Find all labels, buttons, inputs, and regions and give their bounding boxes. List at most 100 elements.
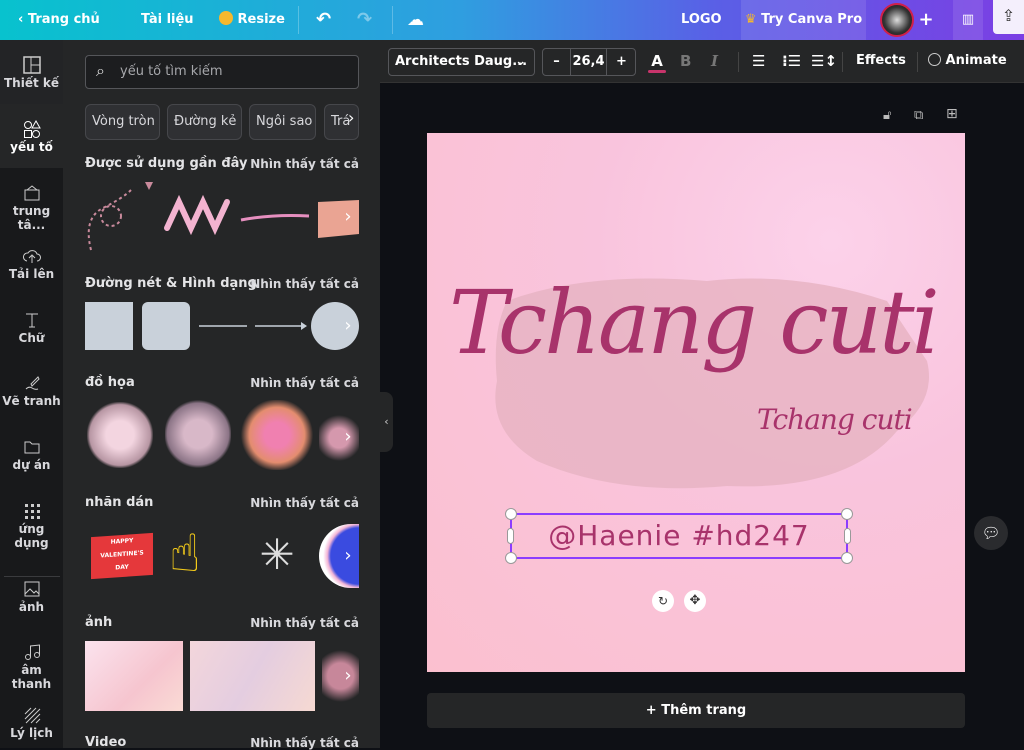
rail-elements[interactable]: yếu tố — [0, 120, 63, 154]
decrease-size-button[interactable]: – — [543, 49, 570, 75]
move-icon[interactable]: ✥ — [684, 590, 706, 612]
elements-panel: ⌕ yếu tố tìm kiếm Vòng tròn Đường kẻ Ngô… — [63, 40, 380, 750]
document-title[interactable]: LOGO — [681, 0, 722, 40]
rotate-icon[interactable]: ↻ — [652, 590, 674, 612]
section-lines-shapes: Đường nét & Hình dạng — [85, 276, 257, 291]
insights-icon[interactable]: ▥ — [953, 0, 983, 40]
see-all-link[interactable]: Nhìn thấy tất cả — [250, 277, 359, 291]
cloud-saved-icon[interactable]: ☁ — [407, 0, 424, 40]
rail-photos[interactable]: ảnh — [0, 580, 63, 614]
line-spacing-icon[interactable]: ☰↕ — [811, 48, 837, 76]
effects-button[interactable]: Effects — [856, 48, 906, 76]
chevron-right-icon[interactable]: › — [338, 417, 358, 457]
pointing-hand-sticker[interactable]: ☝ — [169, 524, 201, 584]
brand-icon — [24, 185, 39, 201]
shapes-icon — [23, 120, 41, 138]
handle-text[interactable]: @Haenie #hd247 — [512, 515, 846, 557]
rail-text[interactable]: Chữ — [0, 311, 63, 345]
image-icon — [24, 581, 39, 597]
photo-thumbnail[interactable] — [190, 641, 315, 711]
graphic-cloud[interactable] — [241, 400, 313, 470]
list-icon[interactable]: ⁝☰ — [782, 48, 801, 76]
chevron-right-icon[interactable]: › — [338, 197, 358, 237]
crown-icon — [219, 11, 233, 25]
undo-icon[interactable]: ↶ — [316, 0, 331, 40]
pen-icon — [25, 376, 40, 390]
increase-size-button[interactable]: + — [607, 49, 636, 75]
graphic-cloud[interactable] — [165, 400, 231, 468]
section-stickers: nhãn dán — [85, 495, 154, 510]
upload-cloud-icon — [22, 250, 41, 263]
add-member-button[interactable]: + — [912, 0, 940, 40]
resize-handle[interactable] — [505, 552, 517, 564]
resize-button[interactable]: Resize — [219, 0, 285, 40]
rail-design[interactable]: Thiết kế — [0, 56, 63, 90]
background-pattern-icon — [24, 707, 40, 724]
chip-circle[interactable]: Vòng tròn — [85, 104, 160, 140]
layout-icon — [22, 56, 41, 74]
align-center-icon[interactable]: ☰ — [752, 48, 765, 76]
file-menu[interactable]: Tài liệu — [141, 0, 194, 40]
text-toolbar: Architects Daug... ⌄ – 26,4 + A B I ☰ ⁝☰ … — [380, 40, 1024, 83]
subtitle-text[interactable]: Tchang cuti — [757, 403, 913, 436]
chevron-right-icon[interactable]: › — [338, 306, 358, 346]
valentine-sticker[interactable]: HAPPY VALENTINE'S DAY — [91, 532, 153, 580]
chevron-down-icon: ⌄ — [515, 54, 526, 69]
chip-line[interactable]: Đường kẻ — [167, 104, 242, 140]
rail-uploads[interactable]: Tải lên — [0, 247, 63, 281]
section-graphics: đồ họa — [85, 375, 135, 390]
folder-icon — [24, 441, 39, 454]
rail-draw[interactable]: Vẽ tranh — [0, 374, 63, 408]
add-comment-icon[interactable]: 💬︎ — [974, 516, 1008, 550]
photo-thumbnail[interactable] — [85, 641, 183, 711]
chevron-right-icon[interactable]: › — [338, 536, 358, 576]
rail-background[interactable]: Lý lịch — [0, 706, 63, 740]
search-input[interactable]: ⌕ yếu tố tìm kiếm — [85, 55, 359, 89]
title-text[interactable]: Tchang cuti — [449, 263, 949, 383]
design-canvas[interactable]: Tchang cuti Tchang cuti @Haenie #hd247 ↻… — [427, 133, 965, 672]
music-icon — [24, 644, 40, 660]
chevron-right-icon[interactable]: › — [338, 656, 358, 696]
rail-projects[interactable]: dự án — [0, 438, 63, 472]
font-size-input[interactable]: 26,4 — [570, 49, 607, 75]
see-all-link[interactable]: Nhìn thấy tất cả — [250, 376, 359, 390]
collapse-panel-button[interactable]: ‹ — [380, 392, 393, 452]
chip-star[interactable]: Ngôi sao — [249, 104, 316, 140]
rail-brand[interactable]: trung tâ... — [0, 184, 63, 232]
see-all-link[interactable]: Nhìn thấy tất cả — [250, 496, 359, 510]
home-button[interactable]: ‹ Trang chủ — [18, 0, 100, 40]
selected-text-box[interactable]: @Haenie #hd247 — [505, 508, 853, 564]
try-pro-button[interactable]: ♛ Try Canva Pro — [741, 0, 866, 40]
add-page-icon[interactable]: ⊞ — [946, 106, 958, 122]
resize-handle[interactable] — [841, 552, 853, 564]
text-color-button[interactable]: A — [647, 48, 667, 76]
text-icon — [25, 313, 38, 328]
search-icon: ⌕ — [96, 61, 105, 80]
see-all-link[interactable]: Nhìn thấy tất cả — [250, 157, 359, 171]
animate-button[interactable]: Animate — [928, 48, 1007, 76]
sparkle-sticker[interactable]: ✳ — [241, 530, 313, 580]
side-handle[interactable] — [507, 528, 514, 544]
share-icon[interactable]: ⇪ — [993, 0, 1024, 34]
crown-icon: ♛ — [744, 12, 757, 27]
color-swatch — [648, 70, 666, 73]
duplicate-page-icon[interactable]: ⧉ — [914, 108, 923, 123]
redo-icon[interactable]: ↷ — [357, 0, 372, 40]
graphic-cloud[interactable] — [87, 402, 153, 468]
avatar[interactable] — [880, 3, 914, 37]
chevron-right-icon[interactable]: › — [348, 108, 354, 127]
add-page-button[interactable]: + Thêm trang — [427, 693, 965, 728]
see-all-link[interactable]: Nhìn thấy tất cả — [250, 616, 359, 630]
rail-audio[interactable]: âm thanh — [0, 643, 63, 691]
side-handle[interactable] — [844, 528, 851, 544]
resize-handle[interactable] — [841, 508, 853, 520]
rail-apps[interactable]: ứng dụng — [0, 502, 63, 550]
font-family-select[interactable]: Architects Daug... ⌄ — [388, 48, 535, 76]
bold-button[interactable]: B — [680, 48, 691, 76]
shapes-row[interactable] — [85, 302, 359, 352]
italic-button[interactable]: I — [711, 48, 718, 76]
divider — [4, 576, 60, 577]
resize-handle[interactable] — [505, 508, 517, 520]
lock-icon[interactable]: 🔓︎ — [883, 108, 891, 123]
recent-elements[interactable] — [83, 178, 363, 258]
